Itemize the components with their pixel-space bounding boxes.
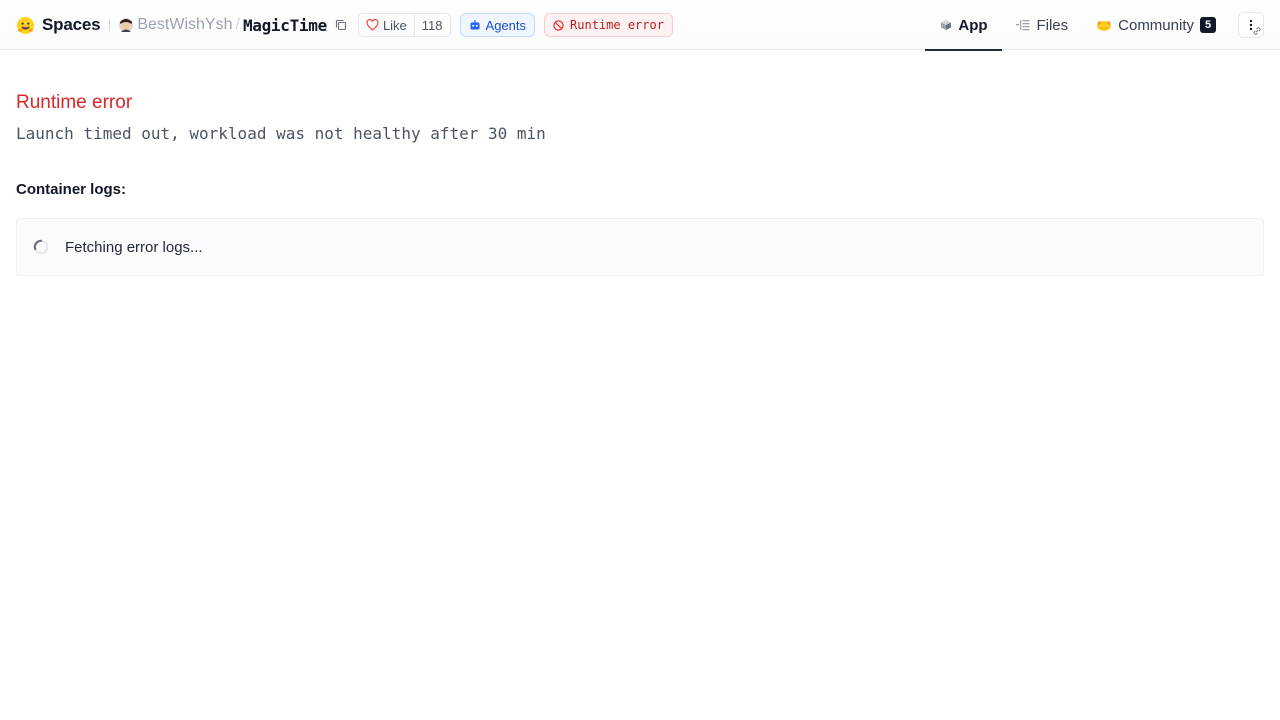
tab-files-label: Files (1036, 16, 1069, 34)
header-divider (109, 19, 111, 31)
spaces-home-link[interactable]: Spaces (16, 15, 101, 35)
more-options-button[interactable] (1238, 12, 1264, 38)
robot-icon (469, 19, 486, 31)
files-icon (1016, 19, 1036, 31)
tab-app[interactable]: App (925, 0, 1003, 51)
logs-status-text: Fetching error logs... (65, 238, 203, 256)
space-name-link[interactable]: MagicTime (243, 16, 327, 35)
header-left: Spaces BestWishYsh / MagicTime Like 118 … (16, 0, 673, 50)
error-message: Launch timed out, workload was not healt… (16, 124, 546, 143)
error-title: Runtime error (16, 92, 133, 113)
cube-icon (940, 19, 958, 31)
error-circle-icon (553, 19, 570, 31)
like-group: Like 118 (357, 13, 451, 37)
container-logs-label: Container logs: (16, 181, 127, 198)
like-button[interactable]: Like (358, 14, 414, 36)
tab-community-label: Community (1118, 16, 1194, 34)
heart-icon (366, 19, 383, 31)
owner-link[interactable]: BestWishYsh (137, 16, 232, 34)
header-tabs: App Files Community 5 (925, 0, 1264, 51)
path-separator: / (235, 16, 240, 33)
like-count[interactable]: 118 (413, 14, 450, 36)
runtime-status-badge[interactable]: Runtime error (544, 13, 673, 37)
agents-button[interactable]: Agents (459, 13, 536, 37)
owner-avatar[interactable] (119, 18, 134, 32)
community-count-badge: 5 (1200, 17, 1216, 33)
copy-icon[interactable] (334, 18, 348, 32)
link-icon (1252, 26, 1262, 36)
community-hands-icon (1096, 18, 1118, 32)
top-nav-header: Spaces BestWishYsh / MagicTime Like 118 … (0, 0, 1280, 51)
agents-label: Agents (485, 17, 527, 33)
status-label: Runtime error (570, 18, 664, 32)
hugging-face-logo-icon (16, 16, 35, 35)
tab-community[interactable]: Community 5 (1082, 0, 1230, 50)
loading-spinner-icon (33, 239, 49, 255)
container-logs-panel[interactable]: Fetching error logs... (16, 218, 1264, 276)
brand-label: Spaces (42, 15, 101, 34)
tab-app-label: App (958, 16, 988, 34)
tab-files[interactable]: Files (1002, 0, 1082, 50)
like-label: Like (382, 17, 407, 33)
